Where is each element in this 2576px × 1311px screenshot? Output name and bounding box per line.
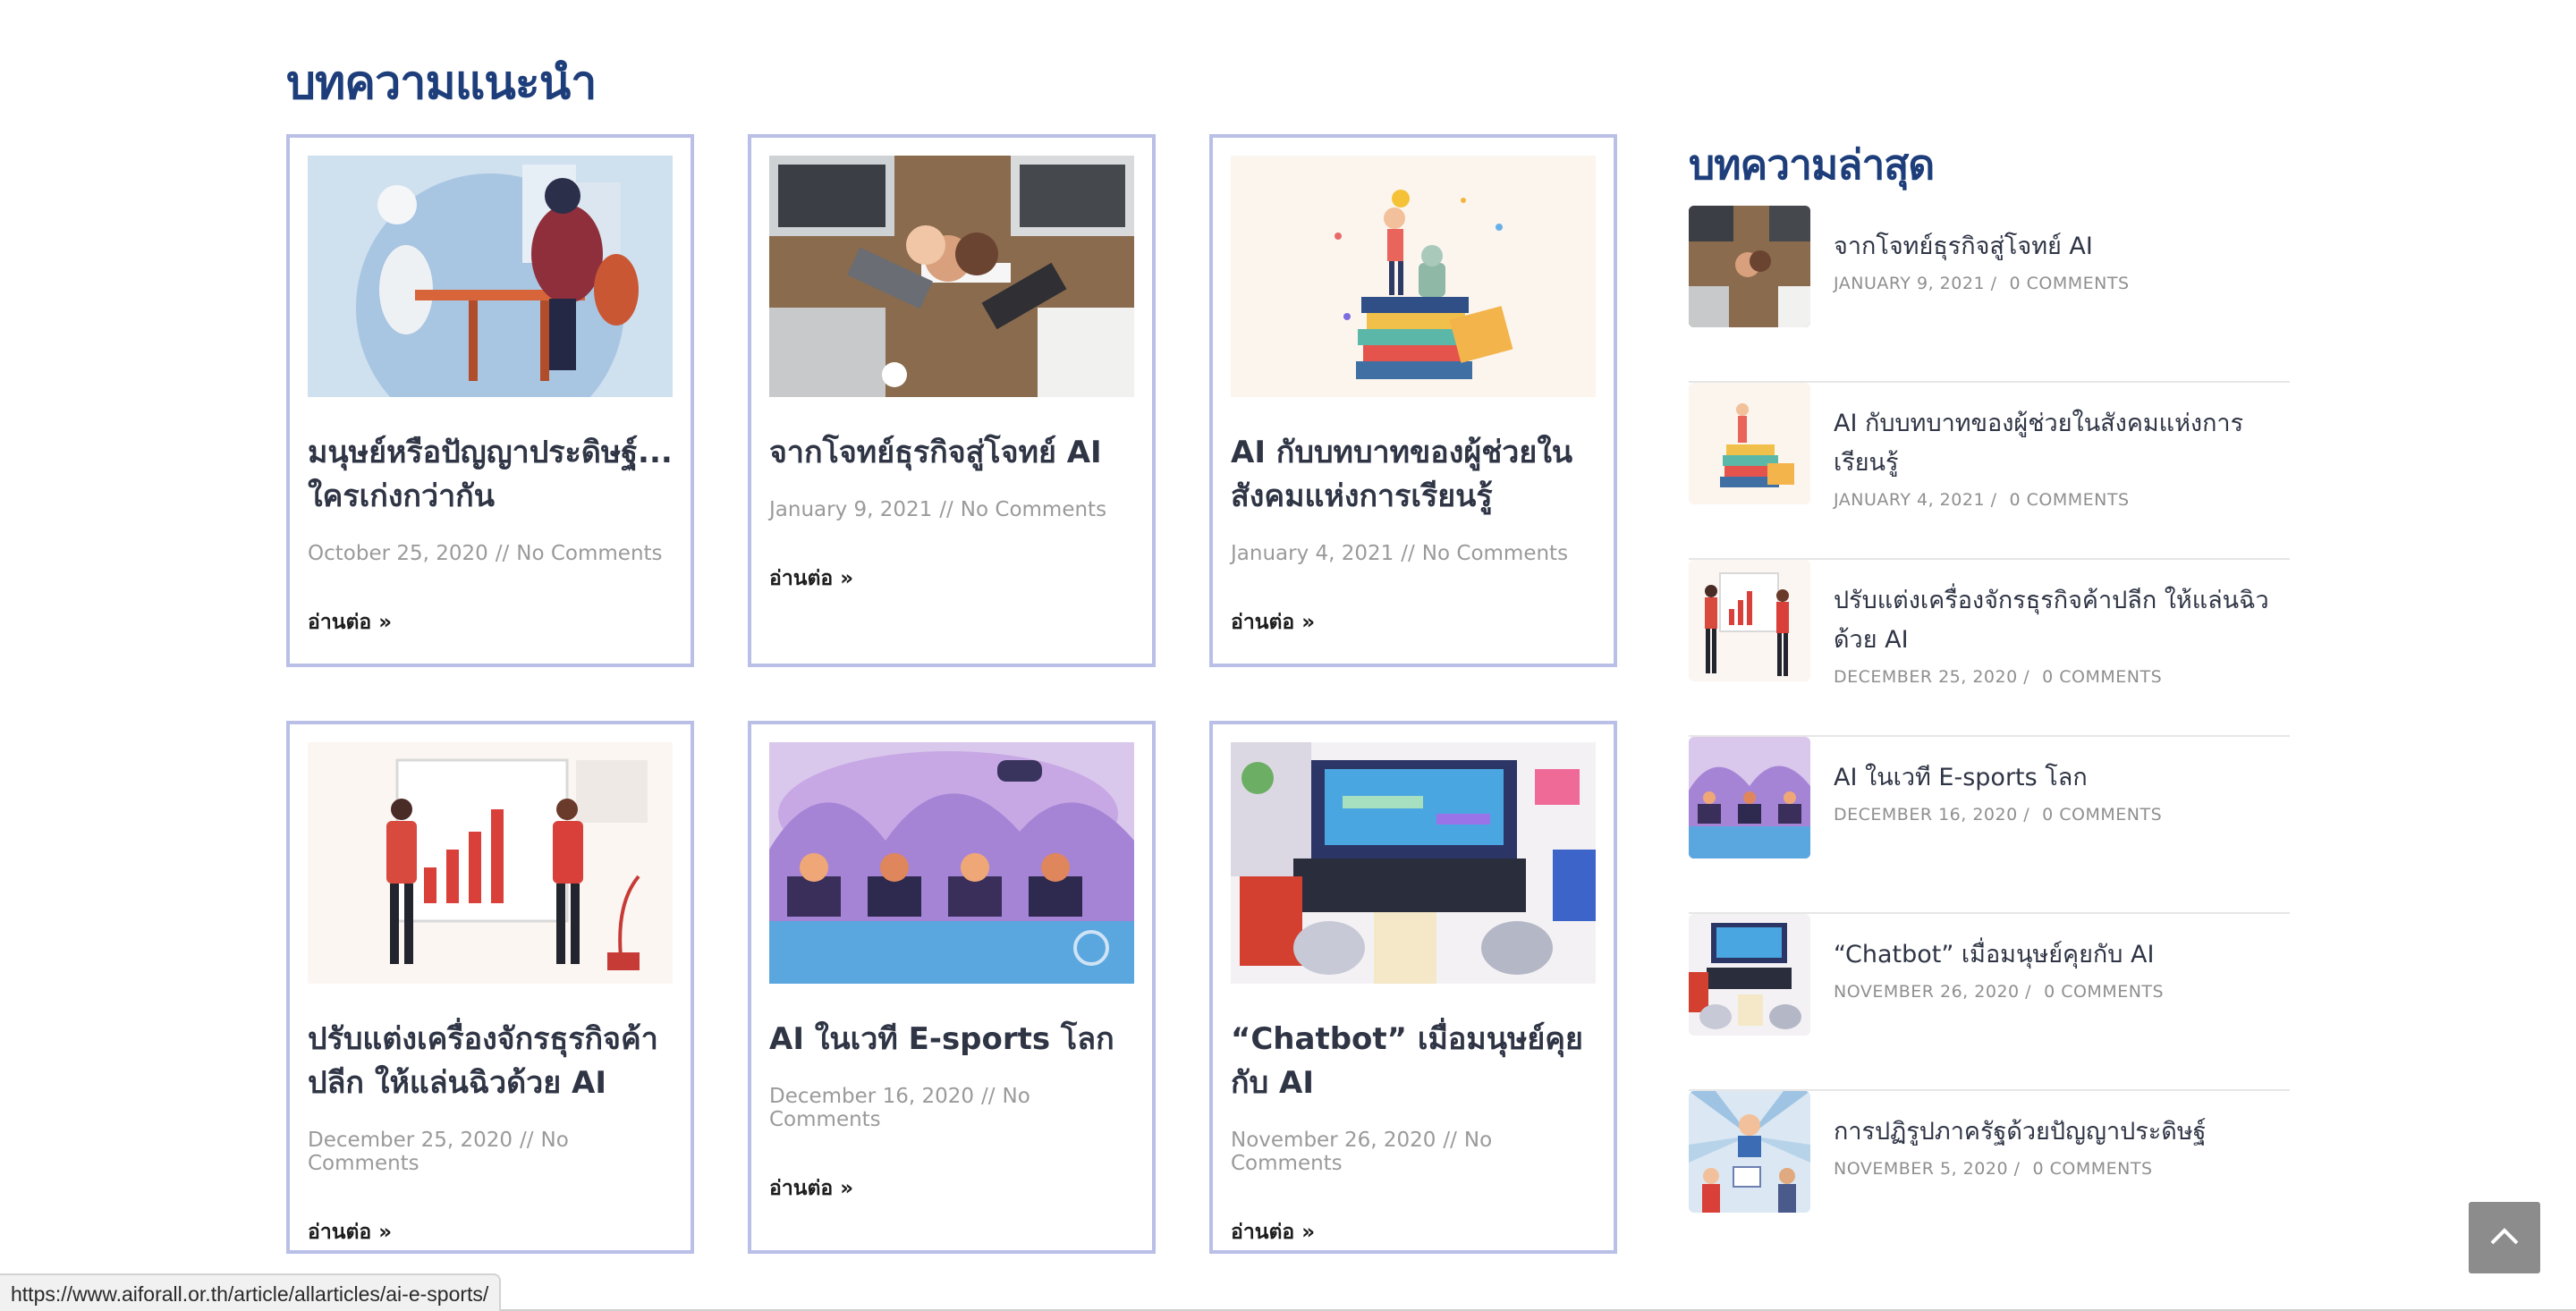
read-more-link[interactable]: อ่านต่อ » — [1231, 1216, 1596, 1248]
article-meta: January 4, 2021 // No Comments — [1231, 542, 1596, 565]
article-title[interactable]: AI กับบทบาทของผู้ช่วยในสังคมแห่งการเรียน… — [1231, 431, 1596, 519]
article-title[interactable]: ปรับแต่งเครื่องจักรธุรกิจค้าปลีก ให้แล่น… — [308, 1018, 673, 1105]
article-meta: November 26, 2020//No Comments — [1231, 1129, 1596, 1175]
article-comments-link[interactable]: No Comments — [961, 498, 1106, 521]
article-thumbnail-team-fist-bump[interactable] — [769, 156, 1134, 397]
latest-article-comments[interactable]: 0 COMMENTS — [2009, 490, 2129, 510]
latest-article-comments[interactable]: 0 COMMENTS — [2009, 274, 2129, 293]
latest-article-title[interactable]: ปรับแต่งเครื่องจักรธุรกิจค้าปลีก ให้แล่น… — [1834, 581, 2290, 660]
read-more-link[interactable]: อ่านต่อ » — [308, 1216, 673, 1248]
article-thumbnail-human-vs-robot[interactable] — [308, 156, 673, 397]
article-title[interactable]: AI ในเวที E-sports โลก — [769, 1018, 1134, 1061]
article-title[interactable]: “Chatbot” เมื่อมนุษย์คุยกับ AI — [1231, 1018, 1596, 1105]
read-more-link[interactable]: อ่านต่อ » — [769, 562, 1134, 595]
latest-article-item[interactable]: ปรับแต่งเครื่องจักรธุรกิจค้าปลีก ให้แล่น… — [1689, 560, 2290, 737]
article-thumbnail-business-chart[interactable] — [308, 742, 673, 984]
latest-article-title[interactable]: “Chatbot” เมื่อมนุษย์คุยกับ AI — [1834, 935, 2164, 975]
latest-article-comments[interactable]: 0 COMMENTS — [2042, 667, 2162, 687]
scroll-to-top-button[interactable] — [2469, 1202, 2540, 1273]
latest-article-meta: DECEMBER 25, 2020 / 0 COMMENTS — [1834, 667, 2290, 687]
latest-article-comments[interactable]: 0 COMMENTS — [2032, 1159, 2152, 1179]
latest-article-item[interactable]: การปฏิรูปภาครัฐด้วยปัญญาประดิษฐ์ NOVEMBE… — [1689, 1091, 2290, 1268]
article-card[interactable]: AI กับบทบาทของผู้ช่วยในสังคมแห่งการเรียน… — [1209, 134, 1617, 667]
article-thumbnail-books-trophy[interactable] — [1231, 156, 1596, 397]
latest-thumbnail-esports-gamers[interactable] — [1689, 737, 1810, 858]
latest-article-date: DECEMBER 16, 2020 / — [1834, 805, 2030, 825]
article-date: January 4, 2021 — [1231, 542, 1394, 565]
latest-article-title[interactable]: การปฏิรูปภาครัฐด้วยปัญญาประดิษฐ์ — [1834, 1112, 2207, 1152]
latest-thumbnail-team-fist-bump[interactable] — [1689, 206, 1810, 327]
article-date: January 9, 2021 — [769, 498, 933, 521]
latest-article-item[interactable]: “Chatbot” เมื่อมนุษย์คุยกับ AI NOVEMBER … — [1689, 914, 2290, 1091]
latest-article-item[interactable]: จากโจทย์ธุรกิจสู่โจทย์ AI JANUARY 9, 202… — [1689, 206, 2290, 383]
meta-separator: // — [495, 542, 510, 565]
latest-section-title: บทความล่าสุด — [1689, 140, 1935, 189]
latest-article-title[interactable]: AI กับบทบาทของผู้ช่วยในสังคมแห่งการเรียน… — [1834, 404, 2290, 483]
article-card[interactable]: จากโจทย์ธุรกิจสู่โจทย์ AI January 9, 202… — [748, 134, 1156, 667]
article-date: October 25, 2020 — [308, 542, 488, 565]
read-more-link[interactable]: อ่านต่อ » — [1231, 606, 1596, 639]
latest-article-comments[interactable]: 0 COMMENTS — [2044, 982, 2164, 1002]
article-date: December 16, 2020 — [769, 1085, 975, 1108]
article-date: November 26, 2020 — [1231, 1129, 1436, 1152]
latest-article-date: NOVEMBER 26, 2020 / — [1834, 982, 2032, 1002]
latest-article-item[interactable]: AI กับบทบาทของผู้ช่วยในสังคมแห่งการเรียน… — [1689, 383, 2290, 560]
latest-thumbnail-robot-keyboard[interactable] — [1689, 914, 1810, 1036]
article-comments-link[interactable]: No Comments — [516, 542, 662, 565]
latest-article-date: DECEMBER 25, 2020 / — [1834, 667, 2030, 687]
latest-article-comments[interactable]: 0 COMMENTS — [2042, 805, 2162, 825]
latest-thumbnail-books-trophy[interactable] — [1689, 383, 1810, 504]
article-meta: December 16, 2020//No Comments — [769, 1085, 1134, 1131]
article-thumbnail-robot-keyboard[interactable] — [1231, 742, 1596, 984]
chevron-up-icon — [2489, 1226, 2520, 1249]
article-card[interactable]: มนุษย์หรือปัญญาประดิษฐ์... ใครเก่งกว่ากั… — [286, 134, 694, 667]
latest-article-meta: DECEMBER 16, 2020 / 0 COMMENTS — [1834, 805, 2162, 825]
article-card[interactable]: “Chatbot” เมื่อมนุษย์คุยกับ AI November … — [1209, 721, 1617, 1254]
latest-article-title[interactable]: จากโจทย์ธุรกิจสู่โจทย์ AI — [1834, 227, 2130, 266]
latest-thumbnail-business-chart[interactable] — [1689, 560, 1810, 681]
latest-article-date: JANUARY 4, 2021 / — [1834, 490, 1997, 510]
article-title[interactable]: มนุษย์หรือปัญญาประดิษฐ์... ใครเก่งกว่ากั… — [308, 431, 673, 519]
meta-separator: // — [981, 1085, 996, 1108]
latest-article-date: JANUARY 9, 2021 / — [1834, 274, 1997, 293]
recommended-section-title: บทความแนะนำ — [286, 56, 597, 110]
browser-status-url: https://www.aiforall.or.th/article/allar… — [0, 1273, 502, 1311]
latest-article-meta: NOVEMBER 5, 2020 / 0 COMMENTS — [1834, 1159, 2207, 1179]
latest-thumbnail-government-people[interactable] — [1689, 1091, 1810, 1213]
latest-article-date: NOVEMBER 5, 2020 / — [1834, 1159, 2021, 1179]
latest-article-title[interactable]: AI ในเวที E-sports โลก — [1834, 758, 2162, 798]
article-meta: October 25, 2020 // No Comments — [308, 542, 673, 565]
latest-article-meta: JANUARY 4, 2021 / 0 COMMENTS — [1834, 490, 2290, 510]
article-card[interactable]: ปรับแต่งเครื่องจักรธุรกิจค้าปลีก ให้แล่น… — [286, 721, 694, 1254]
article-meta: December 25, 2020//No Comments — [308, 1129, 673, 1175]
article-thumbnail-esports-gamers[interactable] — [769, 742, 1134, 984]
meta-separator: // — [1443, 1129, 1457, 1152]
article-comments-link[interactable]: No Comments — [1422, 542, 1568, 565]
article-card[interactable]: AI ในเวที E-sports โลก December 16, 2020… — [748, 721, 1156, 1254]
meta-separator: // — [939, 498, 953, 521]
latest-article-meta: NOVEMBER 26, 2020 / 0 COMMENTS — [1834, 982, 2164, 1002]
latest-article-meta: JANUARY 9, 2021 / 0 COMMENTS — [1834, 274, 2130, 293]
article-meta: January 9, 2021 // No Comments — [769, 498, 1134, 521]
article-date: December 25, 2020 — [308, 1129, 513, 1152]
meta-separator: // — [520, 1129, 534, 1152]
meta-separator: // — [1401, 542, 1415, 565]
article-title[interactable]: จากโจทย์ธุรกิจสู่โจทย์ AI — [769, 431, 1134, 475]
latest-article-list: จากโจทย์ธุรกิจสู่โจทย์ AI JANUARY 9, 202… — [1689, 206, 2290, 1268]
read-more-link[interactable]: อ่านต่อ » — [769, 1172, 1134, 1205]
recommended-article-grid: มนุษย์หรือปัญญาประดิษฐ์... ใครเก่งกว่ากั… — [286, 134, 1617, 1254]
latest-article-item[interactable]: AI ในเวที E-sports โลก DECEMBER 16, 2020… — [1689, 737, 2290, 914]
read-more-link[interactable]: อ่านต่อ » — [308, 606, 673, 639]
